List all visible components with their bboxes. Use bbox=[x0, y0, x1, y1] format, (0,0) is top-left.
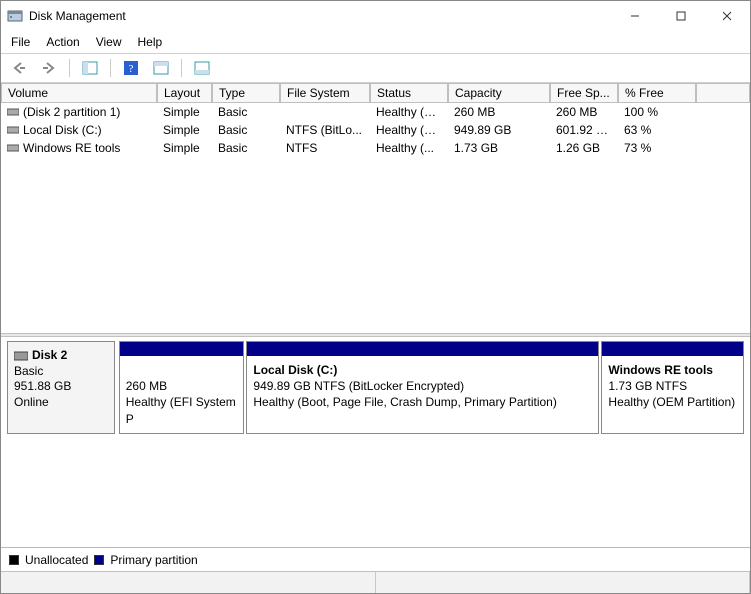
maximize-button[interactable] bbox=[658, 1, 704, 31]
cell-type: Basic bbox=[212, 105, 280, 119]
col-volume[interactable]: Volume bbox=[1, 83, 157, 103]
disk-graphical-view: Disk 2 Basic 951.88 GB Online 260 MB Hea… bbox=[1, 337, 750, 438]
volume-row[interactable]: (Disk 2 partition 1) Simple Basic Health… bbox=[1, 103, 750, 121]
col-filler bbox=[696, 83, 750, 103]
help-button[interactable]: ? bbox=[119, 57, 143, 79]
column-headers: Volume Layout Type File System Status Ca… bbox=[1, 83, 750, 103]
cell-type: Basic bbox=[212, 141, 280, 155]
volume-row[interactable]: Local Disk (C:) Simple Basic NTFS (BitLo… bbox=[1, 121, 750, 139]
empty-disk-area bbox=[1, 438, 750, 547]
volume-icon bbox=[7, 143, 19, 153]
toolbar: ? bbox=[1, 54, 750, 83]
disk-header[interactable]: Disk 2 Basic 951.88 GB Online bbox=[7, 341, 115, 434]
volume-name: (Disk 2 partition 1) bbox=[23, 105, 120, 119]
cell-free: 260 MB bbox=[550, 105, 618, 119]
cell-status: Healthy (B... bbox=[370, 123, 448, 137]
svg-text:?: ? bbox=[129, 63, 134, 75]
back-button[interactable] bbox=[7, 57, 31, 79]
volume-icon bbox=[7, 125, 19, 135]
legend: Unallocated Primary partition bbox=[1, 547, 750, 571]
disk-type: Basic bbox=[14, 364, 108, 380]
disk-name: Disk 2 bbox=[32, 348, 67, 364]
show-hide-tree-button[interactable] bbox=[78, 57, 102, 79]
menu-file[interactable]: File bbox=[11, 35, 30, 49]
cell-free: 601.92 GB bbox=[550, 123, 618, 137]
cell-free: 1.26 GB bbox=[550, 141, 618, 155]
partition-stripe bbox=[602, 342, 743, 356]
col-status[interactable]: Status bbox=[370, 83, 448, 103]
partition-block[interactable]: 260 MB Healthy (EFI System P bbox=[119, 341, 245, 434]
volume-icon bbox=[7, 107, 19, 117]
menu-view[interactable]: View bbox=[96, 35, 122, 49]
cell-status: Healthy (E... bbox=[370, 105, 448, 119]
volume-rows-area: (Disk 2 partition 1) Simple Basic Health… bbox=[1, 103, 750, 333]
col-filesystem[interactable]: File System bbox=[280, 83, 370, 103]
col-layout[interactable]: Layout bbox=[157, 83, 212, 103]
legend-unallocated: Unallocated bbox=[25, 553, 88, 567]
col-type[interactable]: Type bbox=[212, 83, 280, 103]
partition-size: 1.73 GB NTFS bbox=[608, 378, 737, 394]
volume-name: Windows RE tools bbox=[23, 141, 120, 155]
cell-layout: Simple bbox=[157, 105, 212, 119]
minimize-button[interactable] bbox=[612, 1, 658, 31]
title-bar: Disk Management bbox=[1, 1, 750, 31]
col-free-space[interactable]: Free Sp... bbox=[550, 83, 618, 103]
view-top-button[interactable] bbox=[149, 57, 173, 79]
forward-button[interactable] bbox=[37, 57, 61, 79]
cell-status: Healthy (... bbox=[370, 141, 448, 155]
cell-capacity: 949.89 GB bbox=[448, 123, 550, 137]
cell-fs: NTFS bbox=[280, 141, 370, 155]
cell-layout: Simple bbox=[157, 141, 212, 155]
cell-pct: 100 % bbox=[618, 105, 696, 119]
partition-status: Healthy (EFI System P bbox=[126, 394, 238, 426]
volume-name: Local Disk (C:) bbox=[23, 123, 102, 137]
menu-bar: File Action View Help bbox=[1, 31, 750, 54]
partition-status: Healthy (OEM Partition) bbox=[608, 394, 737, 410]
partition-status: Healthy (Boot, Page File, Crash Dump, Pr… bbox=[253, 394, 592, 410]
partition-title: Local Disk (C:) bbox=[253, 362, 592, 378]
cell-fs: NTFS (BitLo... bbox=[280, 123, 370, 137]
menu-help[interactable]: Help bbox=[138, 35, 163, 49]
partition-stripe bbox=[247, 342, 598, 356]
partition-title: Windows RE tools bbox=[608, 362, 737, 378]
swatch-primary bbox=[94, 555, 104, 565]
cell-capacity: 1.73 GB bbox=[448, 141, 550, 155]
swatch-unallocated bbox=[9, 555, 19, 565]
status-bar bbox=[1, 571, 750, 593]
partition-block[interactable]: Local Disk (C:) 949.89 GB NTFS (BitLocke… bbox=[246, 341, 599, 434]
cell-layout: Simple bbox=[157, 123, 212, 137]
volume-row[interactable]: Windows RE tools Simple Basic NTFS Healt… bbox=[1, 139, 750, 157]
menu-action[interactable]: Action bbox=[46, 35, 79, 49]
legend-primary: Primary partition bbox=[110, 553, 197, 567]
col-pct-free[interactable]: % Free bbox=[618, 83, 696, 103]
cell-pct: 63 % bbox=[618, 123, 696, 137]
app-icon bbox=[7, 8, 23, 24]
cell-type: Basic bbox=[212, 123, 280, 137]
col-capacity[interactable]: Capacity bbox=[448, 83, 550, 103]
disk-state: Online bbox=[14, 395, 108, 411]
close-button[interactable] bbox=[704, 1, 750, 31]
window-title: Disk Management bbox=[29, 9, 612, 23]
volume-list: Volume Layout Type File System Status Ca… bbox=[1, 83, 750, 333]
partition-block[interactable]: Windows RE tools 1.73 GB NTFS Healthy (O… bbox=[601, 341, 744, 434]
partition-stripe bbox=[120, 342, 244, 356]
view-bottom-button[interactable] bbox=[190, 57, 214, 79]
disk-size: 951.88 GB bbox=[14, 379, 108, 395]
partition-size: 260 MB bbox=[126, 378, 238, 394]
disk-icon bbox=[14, 351, 28, 361]
cell-pct: 73 % bbox=[618, 141, 696, 155]
partition-size: 949.89 GB NTFS (BitLocker Encrypted) bbox=[253, 378, 592, 394]
cell-capacity: 260 MB bbox=[448, 105, 550, 119]
